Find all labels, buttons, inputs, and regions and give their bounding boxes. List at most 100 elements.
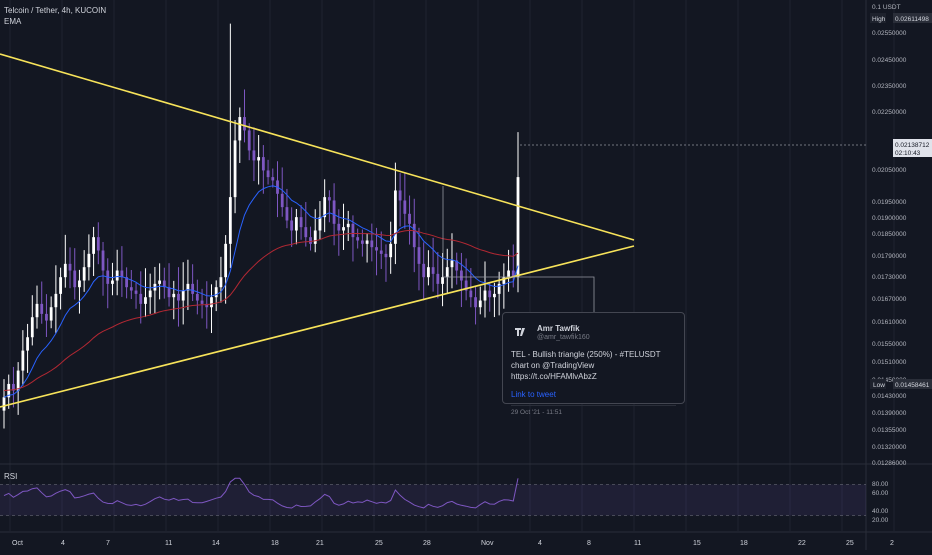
- candle-body: [92, 237, 95, 254]
- candle-body: [436, 273, 440, 284]
- candle-body: [493, 293, 496, 298]
- candle-body: [412, 223, 416, 248]
- candle-body: [266, 170, 270, 178]
- candle-body: [441, 277, 444, 284]
- candle-body: [408, 213, 411, 224]
- price-axis-unit: 0.1 USDT: [872, 4, 901, 11]
- time-axis-tick: 18: [740, 540, 748, 547]
- upper-trendline: [0, 53, 635, 241]
- symbol-title[interactable]: Telcoin / Tether, 4h, KUCOIN: [4, 5, 106, 16]
- price-axis-tick: 0.01610000: [872, 319, 907, 326]
- price-axis-tick: 0.01320000: [872, 444, 907, 451]
- candle-body: [389, 243, 393, 258]
- price-chart[interactable]: 0.02550000 0.02450000 0.02350000 0.02250000…: [0, 0, 932, 550]
- candle-body: [346, 223, 350, 228]
- candle-body: [101, 250, 105, 271]
- candle-body: [68, 263, 72, 271]
- high-value: 0.02611498: [895, 16, 929, 23]
- time-axis-tick: 21: [316, 540, 324, 547]
- candle-body: [21, 350, 25, 371]
- candle-body: [78, 280, 81, 288]
- candle-body: [356, 237, 360, 241]
- rsi-axis-tick: 60.00: [872, 490, 889, 497]
- candle-body: [261, 157, 265, 171]
- candle-body: [337, 223, 341, 231]
- price-axis-tick: 0.01390000: [872, 410, 907, 417]
- candle-body: [478, 300, 482, 308]
- candle-body: [285, 207, 289, 221]
- price-axis-tick: 0.01730000: [872, 274, 907, 281]
- time-axis-tick: 18: [271, 540, 279, 547]
- time-axis-tick: 2: [890, 540, 894, 547]
- rsi-indicator-label[interactable]: RSI: [4, 472, 17, 481]
- tradingview-logo-icon: [515, 328, 525, 336]
- candle-body: [375, 247, 378, 251]
- time-axis-tick: 4: [538, 540, 542, 547]
- candle-body: [148, 290, 152, 298]
- candle-body: [214, 287, 218, 298]
- candle-body: [379, 250, 383, 254]
- candle-body: [290, 220, 294, 231]
- time-axis-tick: 15: [693, 540, 701, 547]
- candle-body: [516, 177, 520, 278]
- rsi-axis-tick: 80.00: [872, 481, 889, 488]
- candle-body: [54, 293, 58, 308]
- tweet-handle: @amr_tawfik160: [537, 333, 590, 341]
- tweet-header: Amr Tawfik @amr_tawfik160: [511, 321, 676, 343]
- price-axis-tick: 0.02050000: [872, 167, 907, 174]
- price-axis-tick: 0.02550000: [872, 30, 907, 37]
- candle-body: [233, 140, 237, 198]
- candle-body: [271, 177, 275, 181]
- chart-area[interactable]: 0.02550000 0.02450000 0.02350000 0.02250000…: [0, 0, 932, 550]
- candle-body: [294, 217, 298, 231]
- candle-body: [422, 263, 426, 278]
- candle-body: [247, 130, 251, 151]
- price-axis-tick: 0.01670000: [872, 296, 907, 303]
- candle-body: [384, 253, 388, 258]
- low-value: 0.01458461: [895, 382, 930, 389]
- candle-body: [210, 297, 213, 308]
- candle-body: [40, 303, 44, 314]
- price-axis-tick: 0.01550000: [872, 341, 907, 348]
- time-axis-tick: 14: [212, 540, 220, 547]
- candle-body: [158, 280, 162, 284]
- candle-body: [450, 260, 454, 268]
- time-axis-tick: 7: [106, 540, 110, 547]
- candle-body: [299, 217, 303, 228]
- tweet-date: 29 Oct '21 - 11:51: [511, 409, 562, 416]
- time-axis-tick: 11: [634, 540, 641, 547]
- candle-body: [417, 247, 421, 264]
- candle-body: [63, 263, 67, 278]
- candle-body: [507, 270, 510, 278]
- candle-body: [280, 193, 284, 208]
- candle-body: [115, 270, 119, 281]
- candle-body: [73, 270, 77, 288]
- chart-legend: Telcoin / Tether, 4h, KUCOIN EMA: [4, 5, 106, 27]
- candle-body: [139, 293, 143, 304]
- candle-body: [129, 287, 133, 291]
- price-axis-tick: 0.02250000: [872, 109, 907, 116]
- candle-body: [191, 283, 195, 294]
- tweet-link[interactable]: Link to tweet: [511, 390, 676, 399]
- candle-body: [257, 157, 261, 161]
- candle-body: [167, 287, 171, 298]
- candle-body: [30, 317, 34, 338]
- candle-body: [172, 293, 176, 298]
- candle-body: [87, 253, 91, 268]
- tweet-card[interactable]: Amr Tawfik @amr_tawfik160 TEL - Bullish …: [502, 312, 685, 416]
- candle-body: [177, 293, 180, 301]
- candle-body: [45, 313, 48, 321]
- rsi-axis-tick: 40.00: [872, 508, 889, 515]
- time-axis-tick: 22: [798, 540, 806, 547]
- time-axis-tick: 28: [423, 540, 431, 547]
- candle-body: [96, 237, 100, 251]
- candle-body: [59, 277, 62, 294]
- time-axis-tick: 25: [375, 540, 383, 547]
- ema-indicator-label[interactable]: EMA: [4, 16, 106, 27]
- candle-body: [488, 290, 492, 298]
- time-axis-tick: Nov: [481, 540, 494, 547]
- candle-body: [134, 290, 138, 294]
- candle-body: [304, 227, 308, 238]
- candle-body: [342, 227, 345, 231]
- candle-body: [2, 397, 6, 411]
